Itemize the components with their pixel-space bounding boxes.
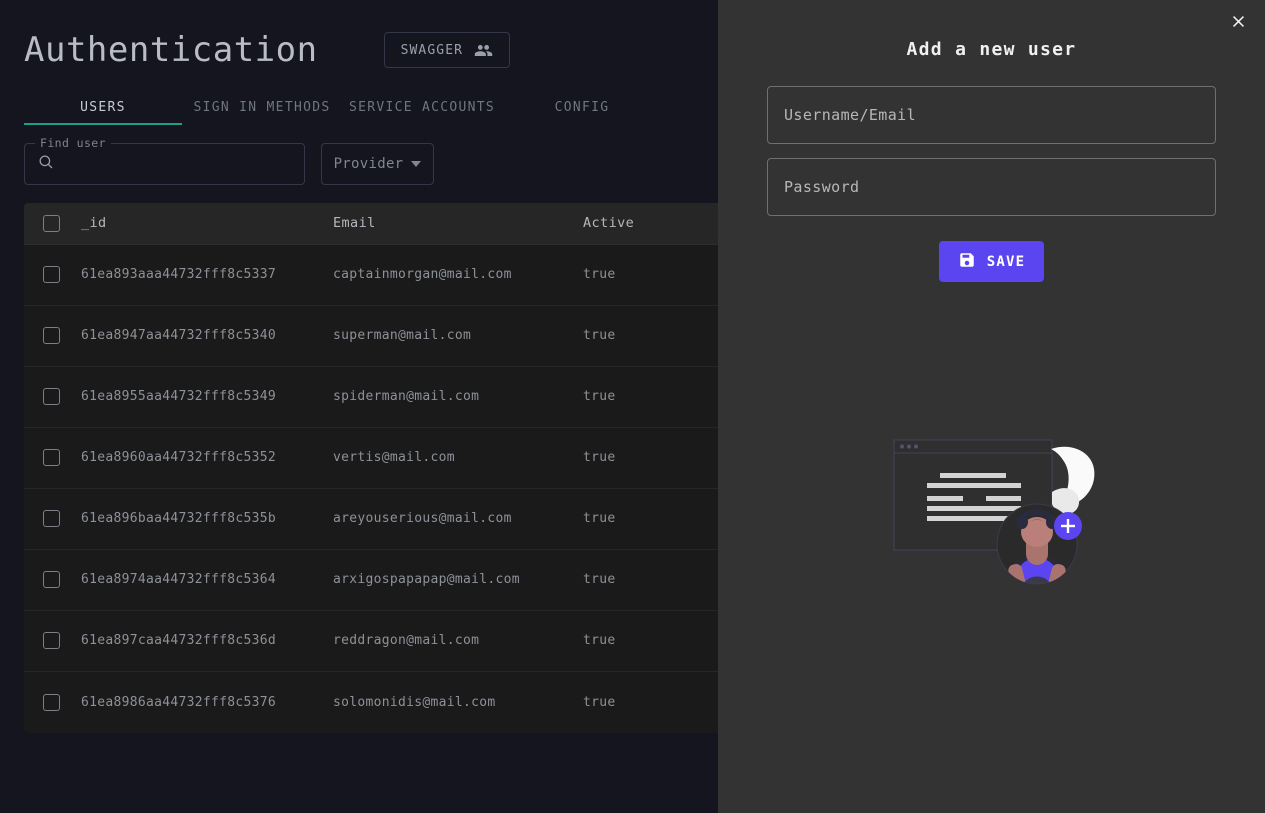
tab-users[interactable]: USERS bbox=[24, 100, 182, 125]
row-checkbox[interactable] bbox=[43, 449, 60, 467]
swagger-button-label: SWAGGER bbox=[400, 42, 464, 58]
provider-dropdown-label: Provider bbox=[333, 155, 404, 172]
row-select-cell bbox=[24, 510, 81, 528]
tab-config-label: CONFIG bbox=[554, 99, 610, 115]
row-checkbox[interactable] bbox=[43, 388, 60, 406]
cell-id: 61ea8955aa44732fff8c5349 bbox=[81, 389, 277, 405]
row-checkbox[interactable] bbox=[43, 632, 60, 650]
row-select-cell bbox=[24, 632, 81, 650]
select-all-cell bbox=[24, 214, 81, 232]
tab-config[interactable]: CONFIG bbox=[502, 100, 662, 125]
app-root: Authentication SWAGGER USERS SIGN IN MET… bbox=[0, 0, 1265, 813]
tab-sign-in-methods[interactable]: SIGN IN METHODS bbox=[182, 100, 342, 125]
panel-title: Add a new user bbox=[906, 39, 1077, 60]
cell-id: 61ea896baa44732fff8c535b bbox=[81, 511, 277, 527]
save-button-label: SAVE bbox=[986, 253, 1026, 270]
row-select-cell bbox=[24, 327, 81, 345]
cell-email: spiderman@mail.com bbox=[333, 389, 480, 405]
cell-email: captainmorgan@mail.com bbox=[333, 267, 512, 283]
swagger-button[interactable]: SWAGGER bbox=[383, 32, 511, 69]
cell-email: reddragon@mail.com bbox=[333, 633, 480, 649]
row-checkbox[interactable] bbox=[43, 571, 60, 589]
row-checkbox[interactable] bbox=[43, 266, 60, 284]
add-user-panel: Add a new user SAVE bbox=[718, 0, 1265, 813]
people-group-icon bbox=[474, 41, 493, 60]
row-select-cell bbox=[24, 388, 81, 406]
column-header-email: Email bbox=[333, 215, 376, 232]
cell-email: arxigospapapap@mail.com bbox=[333, 572, 520, 588]
add-user-illustration bbox=[718, 432, 1265, 592]
cell-email: solomonidis@mail.com bbox=[333, 694, 496, 710]
tab-service-accounts[interactable]: SERVICE ACCOUNTS bbox=[342, 100, 502, 125]
add-user-form: SAVE bbox=[718, 60, 1265, 282]
tab-users-label: USERS bbox=[80, 99, 126, 115]
column-header-id: _id bbox=[81, 215, 107, 232]
close-icon[interactable] bbox=[1223, 6, 1253, 36]
cell-id: 61ea8986aa44732fff8c5376 bbox=[81, 694, 277, 710]
row-select-cell bbox=[24, 266, 81, 284]
save-floppy-icon bbox=[958, 251, 976, 273]
password-field[interactable] bbox=[767, 158, 1216, 216]
username-email-field[interactable] bbox=[767, 86, 1216, 144]
chevron-down-icon bbox=[411, 160, 422, 167]
save-button[interactable]: SAVE bbox=[938, 241, 1045, 282]
find-user-field[interactable]: Find user bbox=[24, 135, 305, 185]
cell-email: areyouserious@mail.com bbox=[333, 511, 512, 527]
cell-id: 61ea8960aa44732fff8c5352 bbox=[81, 450, 277, 466]
tab-service-accounts-label: SERVICE ACCOUNTS bbox=[348, 99, 496, 115]
row-select-cell bbox=[24, 449, 81, 467]
row-select-cell bbox=[24, 693, 81, 711]
cell-email: vertis@mail.com bbox=[333, 450, 455, 466]
page-title: Authentication bbox=[24, 30, 318, 70]
row-select-cell bbox=[24, 571, 81, 589]
cell-id: 61ea897caa44732fff8c536d bbox=[81, 633, 277, 649]
provider-dropdown[interactable]: Provider bbox=[321, 142, 434, 185]
tab-sign-in-methods-label: SIGN IN METHODS bbox=[193, 99, 331, 115]
cell-id: 61ea8947aa44732fff8c5340 bbox=[81, 328, 277, 344]
row-checkbox[interactable] bbox=[43, 327, 60, 345]
save-button-row: SAVE bbox=[767, 241, 1216, 282]
cell-email: superman@mail.com bbox=[333, 328, 472, 344]
row-checkbox[interactable] bbox=[43, 693, 60, 711]
row-checkbox[interactable] bbox=[43, 510, 60, 528]
select-all-checkbox[interactable] bbox=[43, 214, 60, 232]
search-input[interactable] bbox=[55, 156, 292, 172]
search-icon bbox=[37, 153, 55, 175]
find-user-label: Find user bbox=[35, 135, 111, 150]
cell-id: 61ea8974aa44732fff8c5364 bbox=[81, 572, 277, 588]
cell-id: 61ea893aaa44732fff8c5337 bbox=[81, 267, 277, 283]
